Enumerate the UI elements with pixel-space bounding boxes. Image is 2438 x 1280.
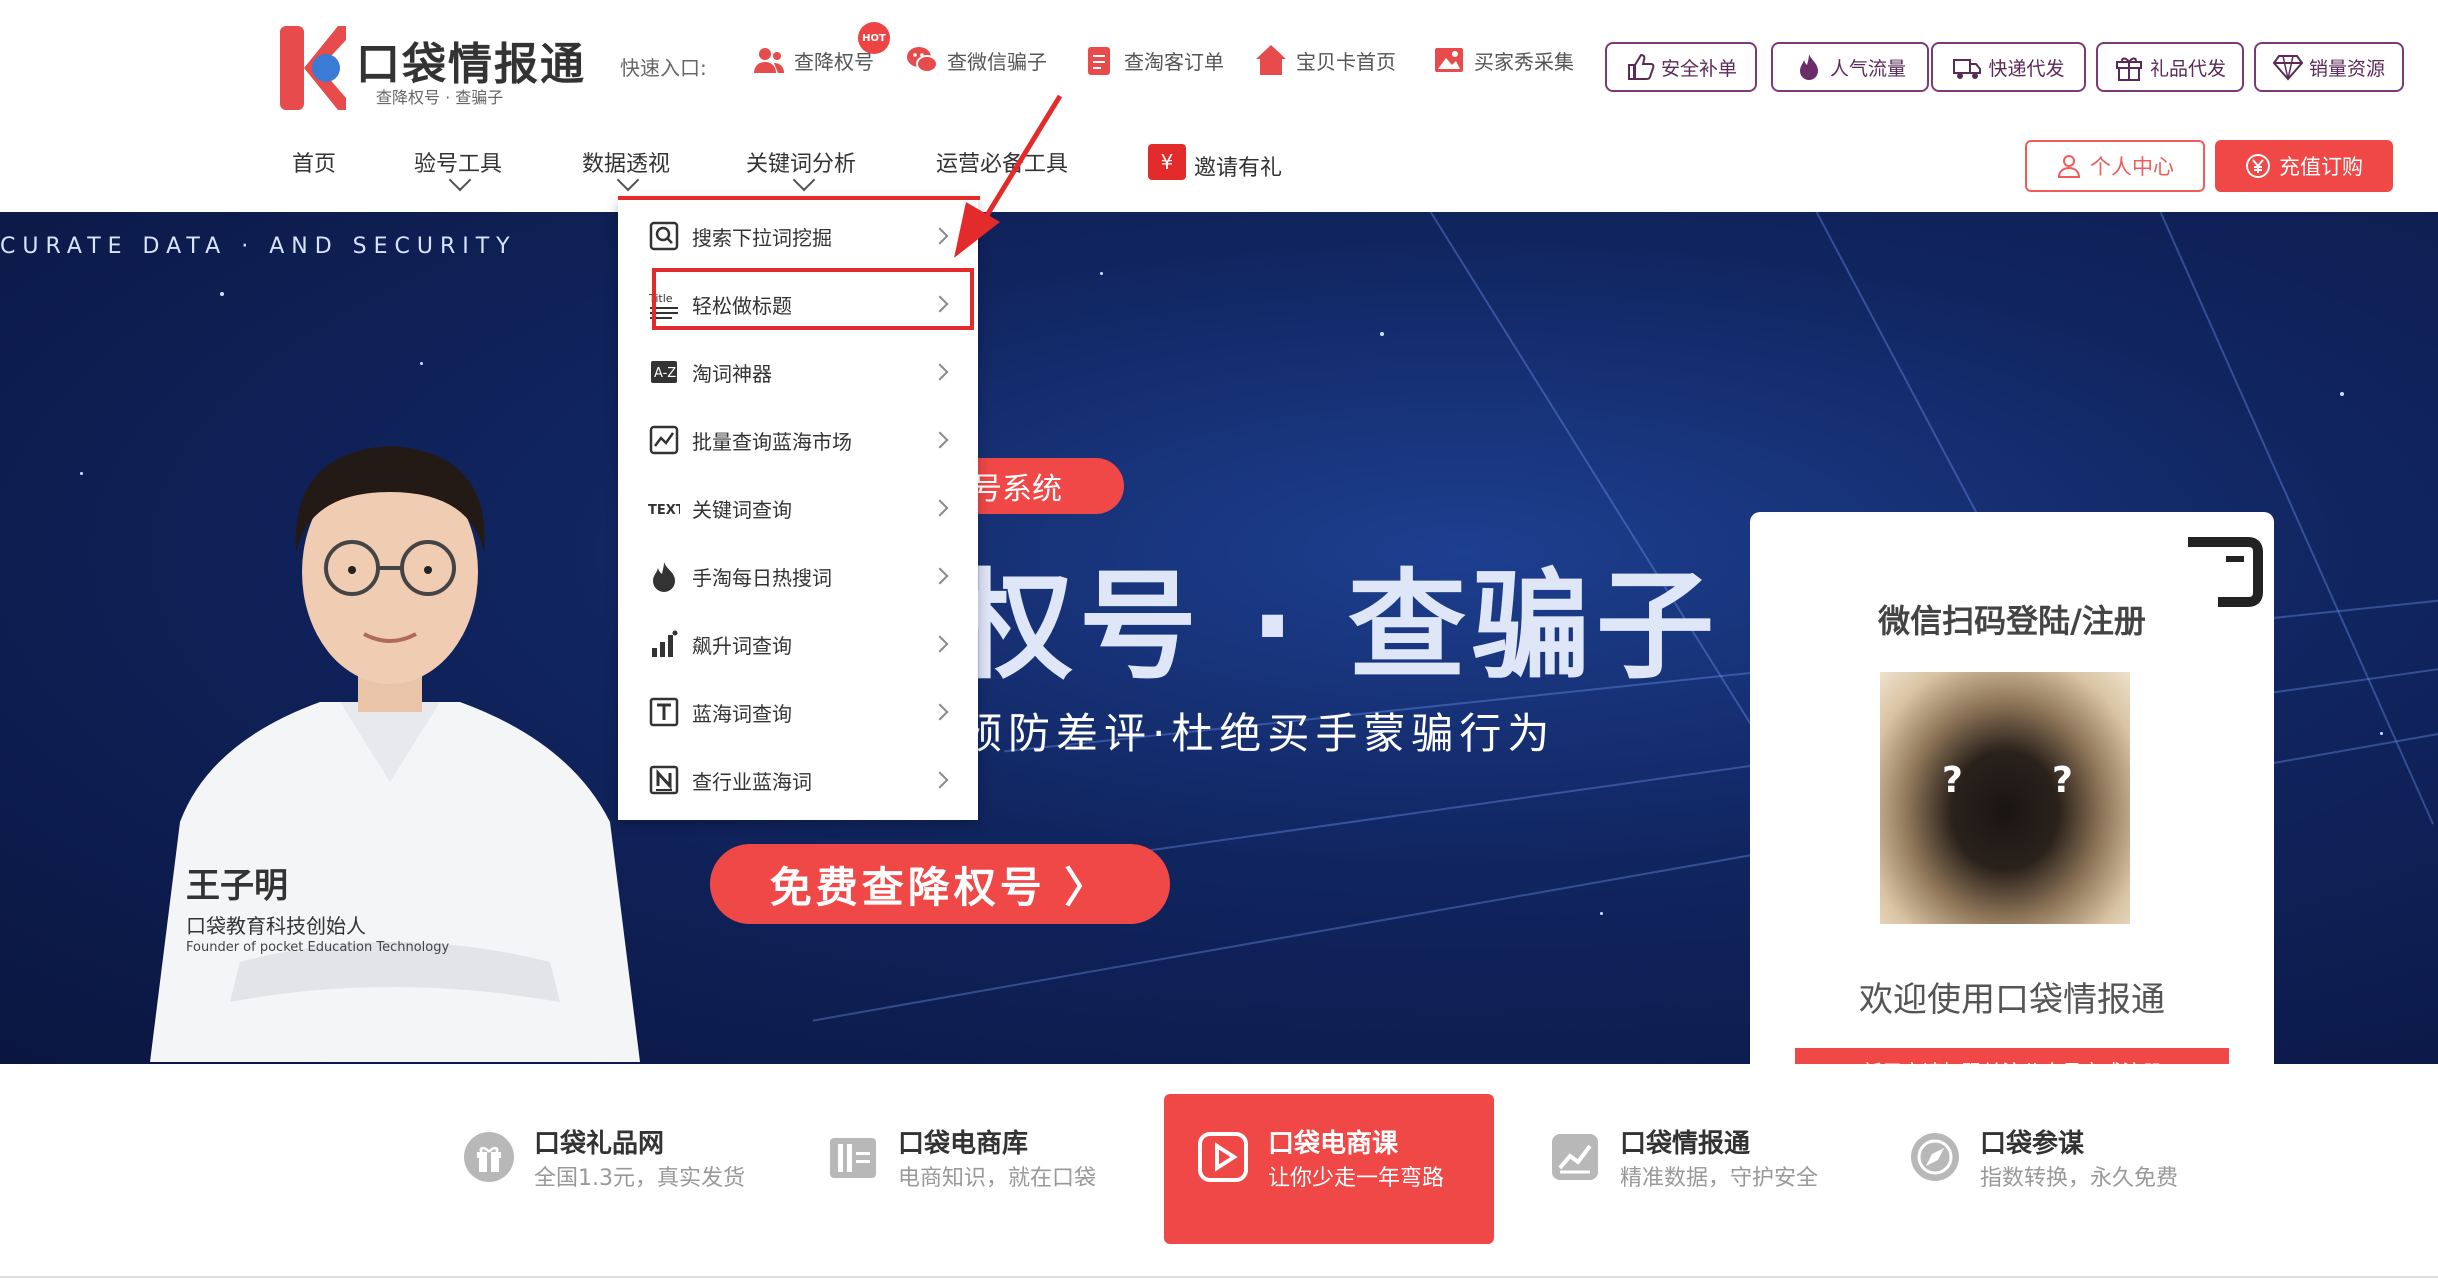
truck-icon: [1953, 59, 1982, 79]
gift-box-icon: [2115, 57, 2142, 81]
menu-top-highlight: [618, 196, 980, 200]
chevron-right-icon: [931, 703, 949, 721]
nav-home[interactable]: 首页: [292, 146, 336, 178]
annotation-arrow-icon: [954, 94, 1063, 258]
chevron-right-icon: [931, 363, 949, 381]
gift-icon: [464, 1132, 514, 1182]
recharge-button[interactable]: 充值订购: [2215, 140, 2393, 192]
pill-sales[interactable]: 销量资源: [2254, 42, 2404, 92]
banner-tagline: CURATE DATA · AND SECURITY: [0, 234, 517, 259]
pill-express[interactable]: 快递代发: [1931, 42, 2086, 92]
question-mark-icon: ?: [2052, 760, 2073, 801]
logo-k-icon: [280, 26, 346, 110]
home-icon: [1256, 45, 1286, 75]
yen-icon: [2246, 154, 2270, 178]
dropdown-item-bluesea-query[interactable]: 蓝海词查询: [618, 682, 978, 742]
users-icon: [754, 48, 784, 73]
login-title: 微信扫码登陆/注册: [1878, 602, 2146, 640]
dropdown-item-keyword-query[interactable]: TEXT 关键词查询: [618, 478, 978, 538]
register-button[interactable]: 新用户请扫码关注公众号完成注册: [1795, 1048, 2229, 1064]
diamond-icon: [2272, 55, 2303, 81]
dropdown-item-word-tool[interactable]: A-Z 淘词神器: [618, 342, 978, 402]
hot-badge: HOT: [858, 22, 890, 54]
svg-text:A-Z: A-Z: [654, 366, 676, 381]
founder-role: 口袋教育科技创始人: [186, 914, 366, 938]
dropdown-item-hot-search[interactable]: 手淘每日热搜词: [618, 546, 978, 606]
nav-invite[interactable]: 邀请有礼: [1194, 150, 1282, 182]
svg-text:TEXT: TEXT: [648, 503, 680, 518]
banner-subline: 预防差评·杜绝买手蒙骗行为: [960, 709, 1556, 758]
hero-banner: CURATE DATA · AND SECURITY 王子明 口袋教育科技创始人…: [0, 212, 2438, 1064]
dropdown-item-industry-bluesea[interactable]: 查行业蓝海词: [618, 750, 978, 810]
search-icon: [649, 221, 679, 251]
quick-link-buyer-show[interactable]: 买家秀采集: [1432, 42, 1574, 78]
bottom-item-gift[interactable]: 口袋礼品网 全国1.3元，真实发货: [462, 1112, 745, 1202]
t-box-icon: [649, 697, 679, 727]
bottom-item-library[interactable]: 口袋电商库 电商知识，就在口袋: [826, 1112, 1096, 1202]
quick-link-label: 查淘客订单: [1124, 49, 1224, 74]
qr-code-image: ? ?: [1880, 672, 2130, 924]
az-icon: A-Z: [651, 361, 677, 383]
quick-link-item-card[interactable]: 宝贝卡首页: [1254, 42, 1396, 78]
play-icon: [1198, 1132, 1248, 1182]
dropdown-item-bluesea-batch[interactable]: 批量查询蓝海市场: [618, 410, 978, 470]
quick-entry-label: 快速入口:: [620, 56, 707, 80]
login-card: 微信扫码登陆/注册 ? ? 欢迎使用口袋情报通 新用户请扫码关注公众号完成注册: [1750, 512, 2274, 1064]
chevron-right-icon: [931, 635, 949, 653]
founder-name: 王子明: [186, 866, 288, 906]
chevron-right-icon: [931, 431, 949, 449]
chevron-right-icon: [931, 499, 949, 517]
highlight-box: [652, 268, 974, 330]
clipboard-icon: [1088, 47, 1110, 75]
dropdown-item-rising-words[interactable]: 飙升词查询: [618, 614, 978, 674]
quick-link-demotion[interactable]: 查降权号: [752, 42, 874, 78]
pill-safe-order[interactable]: 安全补单: [1605, 42, 1757, 92]
logo[interactable]: 口袋情报通 查降权号 · 查骗子: [280, 22, 584, 112]
founder-photo: [150, 446, 640, 1062]
bottom-item-intel[interactable]: 口袋情报通 精准数据，守护安全: [1548, 1112, 1818, 1202]
quick-link-label: 买家秀采集: [1474, 49, 1574, 74]
quick-link-label: 查微信骗子: [947, 49, 1047, 74]
text-icon: TEXT: [648, 503, 680, 518]
thumbs-up-icon: [1627, 53, 1655, 80]
free-check-button[interactable]: 免费查降权号 〉: [710, 844, 1170, 924]
trend-chart-icon: [649, 425, 679, 455]
founder-role-en: Founder of pocket Education Technology: [186, 940, 450, 955]
flame-icon: [653, 562, 675, 592]
footer-divider: [0, 1276, 2438, 1278]
chevron-right-icon: [931, 771, 949, 789]
bottom-item-course[interactable]: 口袋电商课 让你少走一年弯路: [1196, 1112, 1444, 1202]
welcome-text: 欢迎使用口袋情报通: [1859, 980, 2165, 1020]
quick-link-taoke-orders[interactable]: 查淘客订单: [1082, 42, 1224, 78]
user-icon: [2057, 155, 2081, 178]
library-icon: [830, 1138, 876, 1178]
question-mark-icon: ?: [1942, 760, 1963, 801]
chart-icon: [1552, 1134, 1598, 1180]
quick-link-wechat-scam[interactable]: 查微信骗子: [905, 42, 1047, 78]
n-box-icon: [649, 765, 679, 795]
pill-gift[interactable]: 礼品代发: [2096, 42, 2244, 92]
bottom-item-advisor[interactable]: 口袋参谋 指数转换，永久免费: [1908, 1112, 2178, 1202]
user-center-button[interactable]: 个人中心: [2025, 140, 2205, 192]
compass-icon: [1911, 1133, 1959, 1181]
image-icon: [1435, 48, 1463, 72]
bar-chart-icon: [652, 630, 678, 657]
brand-tagline: 查降权号 · 查骗子: [376, 88, 504, 107]
dropdown-item-search-suggest[interactable]: 搜索下拉词挖掘: [618, 206, 978, 266]
banner-headline: 权号 · 查骗子: [955, 557, 1720, 695]
quick-link-label: 宝贝卡首页: [1296, 49, 1396, 74]
flame-icon: [1799, 54, 1818, 80]
quick-link-label: 查降权号: [794, 49, 874, 74]
wechat-icon: [907, 47, 938, 73]
chevron-right-icon: [931, 567, 949, 585]
red-envelope-icon: ¥: [1148, 144, 1186, 180]
pill-traffic[interactable]: 人气流量: [1771, 42, 1929, 92]
brand-name: 口袋情报通: [356, 39, 586, 90]
